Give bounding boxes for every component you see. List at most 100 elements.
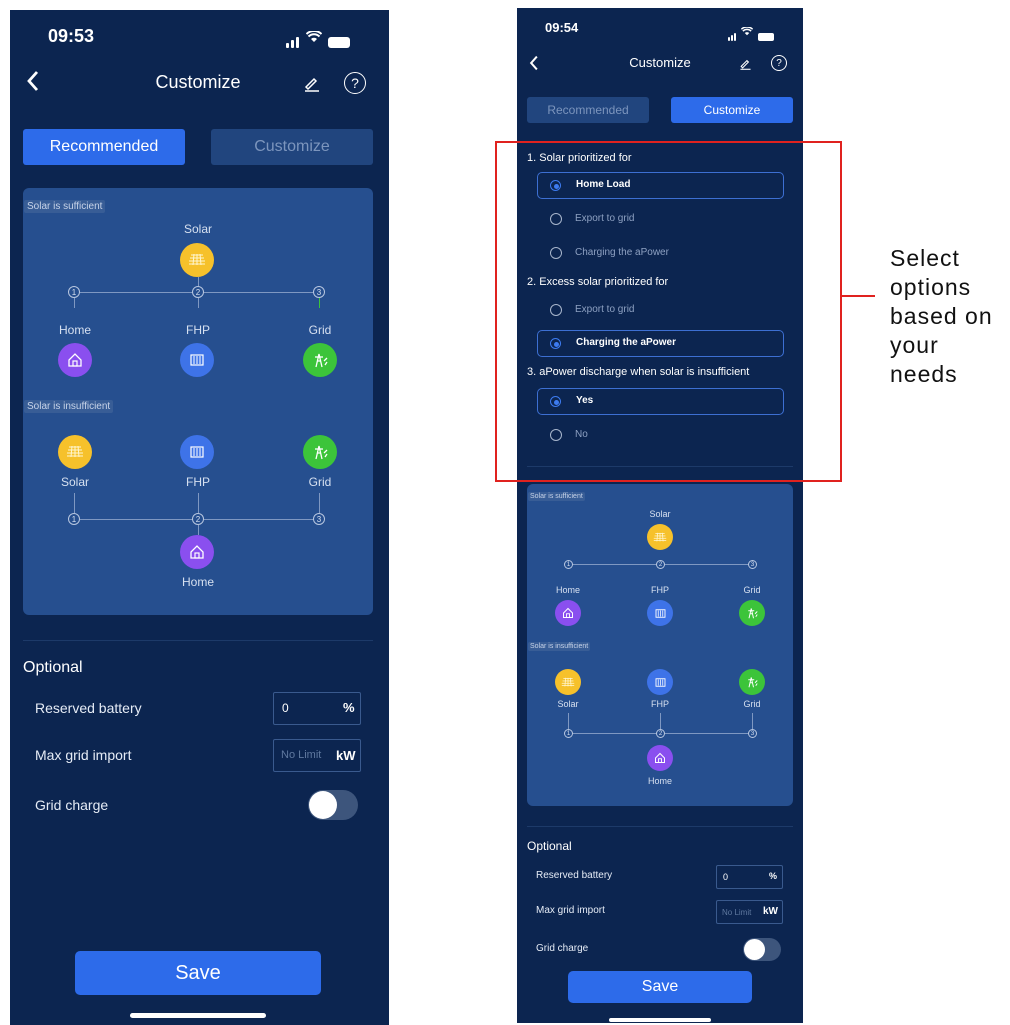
annotation-text: Select options based on your needs: [890, 244, 1010, 389]
energy-flow-diagram: Solar is sufficient Solar 1 2 3 Home FHP…: [23, 188, 373, 615]
fhp-label: FHP: [186, 323, 210, 337]
max-grid-import-placeholder: No Limit: [281, 749, 322, 761]
grid-charge-toggle[interactable]: [743, 938, 781, 961]
connector-2: 2: [656, 729, 665, 738]
home-icon: [555, 600, 581, 626]
grid-label: Grid: [743, 585, 761, 595]
solar-icon: [555, 669, 581, 695]
grid-label: Grid: [308, 323, 332, 337]
home-indicator: [609, 1018, 711, 1022]
max-grid-import-label: Max grid import: [35, 747, 132, 763]
annotation-line: Select: [890, 245, 960, 271]
max-grid-import-unit: kW: [763, 906, 778, 917]
connector-3: 3: [748, 560, 757, 569]
toggle-knob: [744, 939, 765, 960]
max-grid-import-placeholder: No Limit: [722, 908, 752, 917]
status-time: 09:54: [545, 20, 579, 35]
back-chevron-icon[interactable]: [26, 70, 40, 98]
home-icon: [58, 343, 92, 377]
tab-recommended[interactable]: Recommended: [527, 97, 649, 123]
grid-label: Grid: [743, 699, 761, 709]
signal-icon: [728, 32, 736, 41]
annotation-line: your: [890, 332, 939, 358]
solar-sufficient-label: Solar is sufficient: [24, 200, 106, 213]
wifi-icon: [740, 23, 754, 41]
reserved-battery-label: Reserved battery: [536, 870, 613, 881]
status-icons: [286, 30, 350, 48]
connector-1: 1: [68, 513, 80, 525]
solar-icon: [180, 243, 214, 277]
solar-insufficient-label: Solar is insufficient: [24, 400, 114, 413]
tab-customize[interactable]: Customize: [211, 129, 373, 165]
solar-label: Solar: [183, 222, 212, 236]
connector-3: 3: [313, 286, 325, 298]
page-title: Customize: [155, 72, 241, 92]
help-icon[interactable]: ?: [344, 72, 366, 94]
home-label: Home: [647, 776, 672, 786]
max-grid-import-label: Max grid import: [536, 905, 605, 916]
home-label: Home: [181, 575, 214, 589]
annotation-line: based on: [890, 303, 993, 329]
solar-label: Solar: [649, 509, 671, 519]
tab-recommended[interactable]: Recommended: [23, 129, 185, 165]
fhp-label: FHP: [651, 699, 669, 709]
grid-charge-label: Grid charge: [35, 797, 109, 813]
divider: [527, 826, 793, 827]
page-title: Customize: [629, 55, 691, 70]
home-icon: [180, 535, 214, 569]
fhp-label: FHP: [186, 475, 210, 489]
grid-charge-toggle[interactable]: [308, 790, 358, 820]
solar-label: Solar: [60, 475, 89, 489]
edit-icon[interactable]: [303, 74, 321, 97]
solar-icon: [647, 524, 673, 550]
battery-icon: [328, 37, 350, 48]
home-label: Home: [58, 323, 91, 337]
reserved-battery-label: Reserved battery: [35, 700, 142, 716]
grid-tower-icon: [303, 435, 337, 469]
reserved-battery-unit: %: [343, 700, 355, 715]
status-time: 09:53: [48, 26, 95, 46]
back-chevron-icon[interactable]: [529, 55, 539, 76]
tab-customize[interactable]: Customize: [671, 97, 793, 123]
home-label: Home: [555, 585, 580, 595]
grid-charge-label: Grid charge: [536, 943, 589, 954]
save-button[interactable]: Save: [568, 971, 752, 1003]
fhp-battery-icon: [647, 600, 673, 626]
connector-2: 2: [656, 560, 665, 569]
solar-icon: [58, 435, 92, 469]
connector-3: 3: [748, 729, 757, 738]
reserved-battery-unit: %: [769, 871, 778, 881]
fhp-label: FHP: [651, 585, 669, 595]
solar-label: Solar: [557, 699, 579, 709]
callout-line: [842, 295, 875, 297]
save-button[interactable]: Save: [75, 951, 321, 995]
energy-flow-diagram: Solar is sufficient Solar 1 2 3 Home FHP…: [527, 484, 793, 806]
signal-icon: [286, 36, 299, 48]
connector-1: 1: [68, 286, 80, 298]
edit-icon[interactable]: [739, 57, 752, 75]
grid-label: Grid: [308, 475, 332, 489]
max-grid-import-unit: kW: [336, 748, 356, 763]
status-icons: [728, 23, 774, 41]
connector-1: 1: [564, 560, 573, 569]
highlight-box: [495, 141, 842, 482]
grid-tower-icon: [739, 669, 765, 695]
solar-insufficient-label: Solar is insufficient: [528, 642, 591, 651]
connector-2: 2: [192, 513, 204, 525]
reserved-battery-value: 0: [282, 701, 289, 715]
help-icon[interactable]: ?: [771, 55, 787, 71]
home-icon: [647, 745, 673, 771]
fhp-battery-icon: [180, 343, 214, 377]
reserved-battery-value: 0: [723, 872, 729, 882]
connector-1: 1: [564, 729, 573, 738]
fhp-battery-icon: [180, 435, 214, 469]
battery-icon: [758, 33, 774, 41]
fhp-battery-icon: [647, 669, 673, 695]
grid-tower-icon: [303, 343, 337, 377]
optional-title: Optional: [23, 659, 83, 676]
toggle-knob: [309, 791, 337, 819]
connector-2: 2: [192, 286, 204, 298]
annotation-line: needs: [890, 361, 958, 387]
home-indicator: [130, 1013, 266, 1018]
annotation-line: options: [890, 274, 972, 300]
